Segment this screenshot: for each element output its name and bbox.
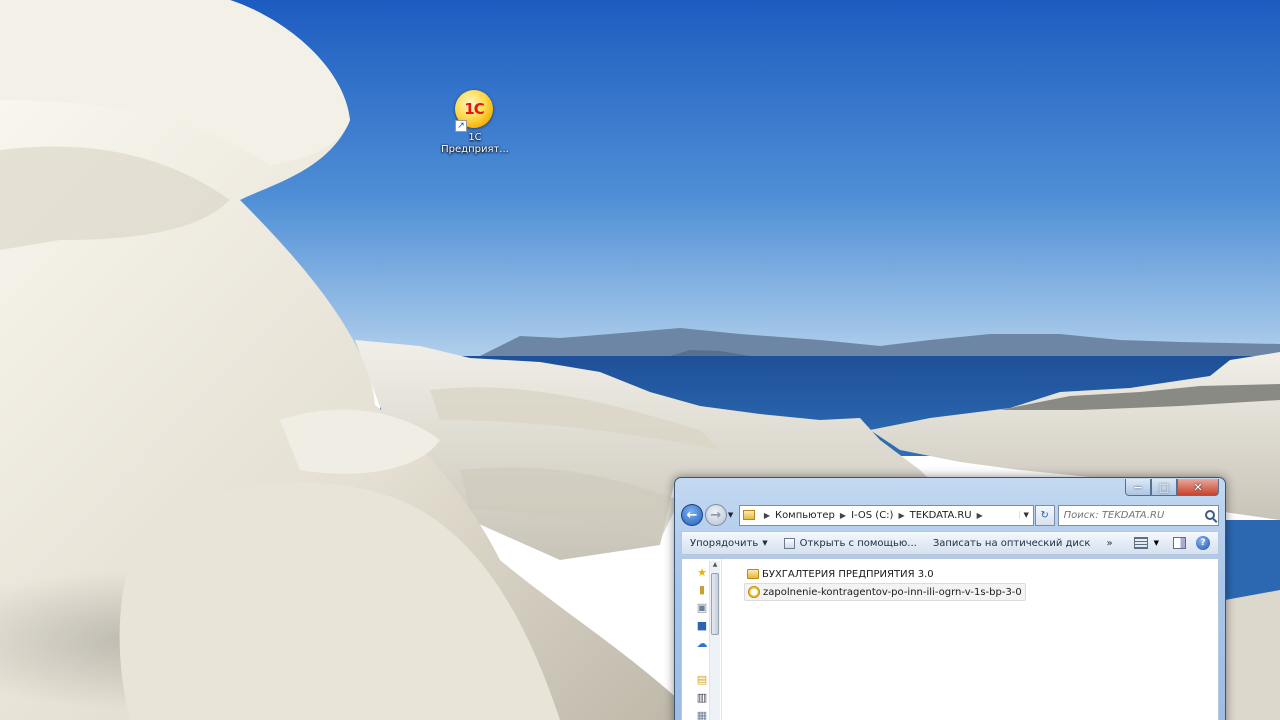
folder-icon	[747, 569, 759, 579]
open-with-icon	[783, 537, 795, 549]
address-bar[interactable]: ▶ Компьютер ▶ I-OS (C:) ▶ TEKDATA.RU ▶ ▼	[738, 504, 1034, 526]
breadcrumb-folder[interactable]: TEKDATA.RU	[910, 510, 972, 521]
favorites-star-icon[interactable]: ★	[696, 567, 708, 578]
images-library-icon[interactable]: ▦	[696, 710, 708, 720]
onedrive-icon[interactable]: ☁	[696, 638, 708, 649]
scroll-up-arrow-icon[interactable]: ▲	[710, 561, 720, 568]
folder-icon	[742, 510, 755, 520]
recent-places-icon[interactable]: ■	[696, 620, 708, 631]
list-item-folder[interactable]: БУХГАЛТЕРИЯ ПРЕДПРИЯТИЯ 3.0	[744, 565, 1026, 583]
breadcrumb-separator[interactable]: ▶	[977, 511, 983, 520]
close-button[interactable]: ✕	[1177, 479, 1219, 496]
shortcut-label-line2: Предприят...	[441, 144, 509, 155]
file-name: БУХГАЛТЕРИЯ ПРЕДПРИЯТИЯ 3.0	[762, 568, 934, 580]
change-view-icon[interactable]	[1133, 537, 1148, 549]
command-bar: Упорядочить ▼ Открыть с помощью... Запис…	[681, 531, 1219, 555]
more-commands-button[interactable]: »	[1098, 532, 1120, 554]
libraries-icon[interactable]: ▤	[696, 674, 708, 685]
breadcrumb-separator[interactable]: ▶	[898, 511, 904, 520]
chevron-down-icon[interactable]: ▼	[1154, 539, 1159, 547]
back-button[interactable]: ←	[681, 504, 703, 526]
file-list: БУХГАЛТЕРИЯ ПРЕДПРИЯТИЯ 3.0 zapolnenie-k…	[744, 565, 1026, 601]
video-file-icon	[748, 586, 760, 598]
chevron-down-icon: ▼	[762, 539, 768, 547]
open-with-label: Открыть с помощью...	[799, 537, 917, 549]
search-input[interactable]	[1063, 509, 1200, 521]
desktop-icon[interactable]: ▣	[696, 602, 708, 613]
search-box[interactable]	[1057, 504, 1219, 526]
downloads-folder-icon[interactable]: ▮	[696, 584, 708, 595]
desktop-shortcut-1c[interactable]: 1С ↗ 1С Предприят...	[437, 88, 513, 156]
content-area: ★ ▮ ▣ ■ ☁ ▤ ▥ ▦ ▲ БУХГАЛТЕРИЯ ПРЕДПРИЯТИ…	[681, 558, 1219, 720]
preview-pane-icon[interactable]	[1173, 537, 1186, 549]
refresh-button[interactable]: ↻	[1034, 504, 1055, 526]
maximize-button[interactable]: □	[1151, 479, 1177, 496]
recent-pages-dropdown[interactable]: ▼	[728, 511, 736, 519]
search-icon[interactable]	[1204, 510, 1215, 520]
help-button[interactable]: ?	[1196, 536, 1210, 550]
organize-label: Упорядочить	[690, 537, 759, 549]
scrollbar-thumb[interactable]	[711, 573, 719, 635]
breadcrumb-computer[interactable]: Компьютер	[775, 510, 835, 521]
organize-button[interactable]: Упорядочить ▼	[682, 532, 776, 554]
file-name: zapolnenie-kontragentov-po-inn-ili-ogrn-…	[763, 586, 1022, 598]
address-dropdown[interactable]: ▼	[1018, 511, 1033, 519]
breadcrumb-drive[interactable]: I-OS (C:)	[851, 510, 893, 521]
explorer-window[interactable]: − □ ✕ ← → ▼ ▶ Компьютер ▶ I-OS (C:) ▶ TE…	[674, 477, 1226, 720]
shortcut-label-line1: 1С	[468, 132, 482, 143]
open-with-button[interactable]: Открыть с помощью...	[776, 532, 925, 554]
navigation-scrollbar[interactable]: ▲	[709, 561, 720, 720]
minimize-button[interactable]: −	[1125, 479, 1151, 496]
burn-button[interactable]: Записать на оптический диск	[925, 532, 1099, 554]
breadcrumb-separator[interactable]: ▶	[840, 511, 846, 520]
navigation-bar: ← → ▼ ▶ Компьютер ▶ I-OS (C:) ▶ TEKDATA.…	[681, 503, 1219, 527]
window-controls: − □ ✕	[1125, 479, 1219, 496]
breadcrumb-separator: ▶	[763, 510, 770, 520]
forward-button[interactable]: →	[704, 504, 727, 526]
shortcut-arrow-icon: ↗	[455, 120, 467, 132]
documents-library-icon[interactable]: ▥	[696, 692, 708, 703]
list-item-video[interactable]: zapolnenie-kontragentov-po-inn-ili-ogrn-…	[744, 583, 1026, 601]
navigation-pane: ★ ▮ ▣ ■ ☁ ▤ ▥ ▦ ▲	[682, 559, 722, 720]
1c-logo-icon: 1С ↗	[455, 90, 495, 132]
